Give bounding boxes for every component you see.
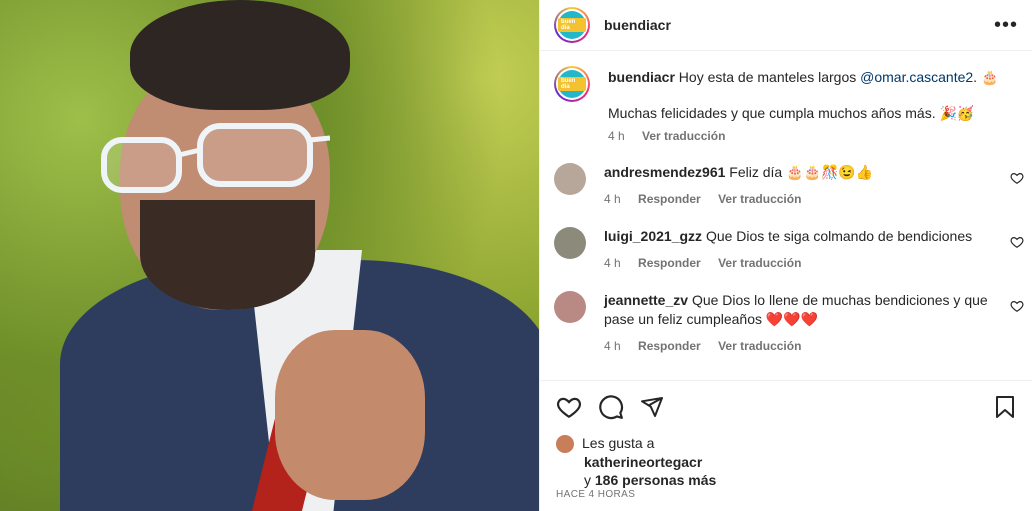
like-comment-heart-icon[interactable] bbox=[1010, 235, 1024, 249]
translate-button[interactable]: Ver traducción bbox=[718, 256, 801, 270]
comment-item: luigi_2021_gzz Que Dios te siga colmando… bbox=[540, 227, 1032, 273]
comment-text: Feliz día 🎂🎂🎊😉👍 bbox=[729, 164, 874, 180]
comment-item: jeannette_zv Que Dios lo llene de muchas… bbox=[540, 291, 1032, 356]
likes-and: y bbox=[584, 472, 591, 489]
save-bookmark-icon[interactable] bbox=[994, 395, 1016, 419]
comment-time[interactable]: 4 h bbox=[604, 339, 621, 353]
photo-glasses bbox=[101, 123, 330, 193]
share-paper-plane-icon[interactable] bbox=[640, 395, 664, 419]
comment-username[interactable]: jeannette_zv bbox=[604, 292, 688, 308]
photo-beard bbox=[140, 200, 315, 310]
more-options-icon[interactable]: ••• bbox=[994, 14, 1018, 37]
comment-text: Que Dios te siga colmando de bendiciones bbox=[705, 228, 973, 244]
comment-time[interactable]: 4 h bbox=[604, 192, 621, 206]
translate-button[interactable]: Ver traducción bbox=[718, 339, 801, 353]
caption-avatar[interactable]: buen día bbox=[554, 66, 590, 102]
liker-avatar[interactable] bbox=[556, 435, 574, 454]
caption-text-end: . 🎂 bbox=[973, 69, 999, 85]
likes-others-link[interactable]: 186 personas más bbox=[595, 472, 716, 488]
commenter-avatar[interactable] bbox=[554, 291, 586, 323]
caption-translate-button[interactable]: Ver traducción bbox=[642, 129, 725, 143]
header-username[interactable]: buendiacr bbox=[604, 17, 994, 33]
likes-summary: Les gusta a katherineortegacr y 186 pers… bbox=[556, 434, 1016, 489]
likes-prefix: Les gusta a bbox=[582, 435, 655, 451]
caption-line2: Muchas felicidades y que cumpla muchos a… bbox=[608, 105, 975, 121]
post-header: buen día buendiacr ••• bbox=[540, 0, 1032, 51]
photo-hand bbox=[275, 330, 425, 500]
comment-item: andresmendez961 Feliz día 🎂🎂🎊😉👍 4 h Resp… bbox=[540, 163, 1032, 209]
like-comment-heart-icon[interactable] bbox=[1010, 299, 1024, 313]
caption-mention[interactable]: @omar.cascante2 bbox=[860, 69, 973, 85]
logo-text: buen día bbox=[558, 18, 586, 32]
comment-username[interactable]: luigi_2021_gzz bbox=[604, 228, 702, 244]
comment-bubble-icon[interactable] bbox=[598, 394, 624, 420]
author-avatar[interactable]: buen día bbox=[554, 7, 590, 43]
liker-username[interactable]: katherineortegacr bbox=[584, 454, 702, 470]
caption-text: Hoy esta de manteles largos bbox=[678, 69, 857, 85]
translate-button[interactable]: Ver traducción bbox=[718, 192, 801, 206]
caption-username[interactable]: buendiacr bbox=[608, 69, 675, 85]
comment-username[interactable]: andresmendez961 bbox=[604, 164, 725, 180]
reply-button[interactable]: Responder bbox=[638, 339, 701, 353]
post-timestamp[interactable]: HACE 4 HORAS bbox=[556, 489, 635, 500]
caption-time[interactable]: 4 h bbox=[608, 129, 625, 143]
reply-button[interactable]: Responder bbox=[638, 256, 701, 270]
like-comment-heart-icon[interactable] bbox=[1010, 171, 1024, 185]
comments-list[interactable]: buen día buendiacr Hoy esta de manteles … bbox=[540, 52, 1032, 379]
caption: buen día buendiacr Hoy esta de manteles … bbox=[540, 52, 1032, 146]
comment-time[interactable]: 4 h bbox=[604, 256, 621, 270]
action-bar bbox=[540, 380, 1032, 432]
like-heart-icon[interactable] bbox=[556, 394, 582, 420]
photo-hair bbox=[130, 0, 350, 110]
commenter-avatar[interactable] bbox=[554, 227, 586, 259]
post-photo[interactable] bbox=[0, 0, 539, 511]
commenter-avatar[interactable] bbox=[554, 163, 586, 195]
reply-button[interactable]: Responder bbox=[638, 192, 701, 206]
post-panel: buen día buendiacr ••• buen día buendiac… bbox=[539, 0, 1032, 511]
